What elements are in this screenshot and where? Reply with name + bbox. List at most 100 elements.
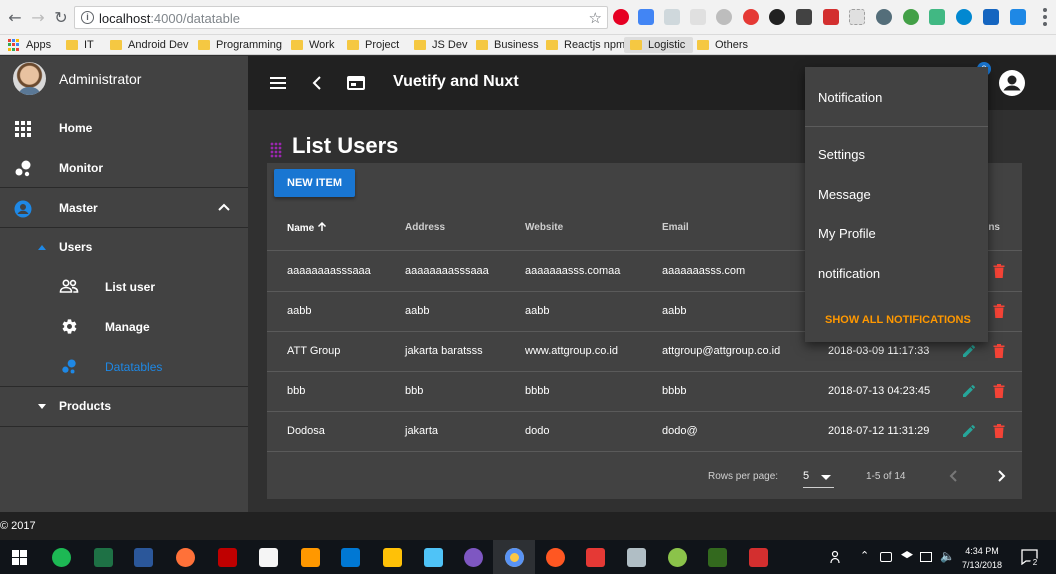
sublime-text-icon[interactable]	[301, 548, 320, 567]
volume-icon[interactable]: 🔈	[940, 549, 955, 563]
sidebar-item-manage[interactable]: Manage	[0, 307, 248, 347]
rows-per-page-select[interactable]: 5	[803, 467, 834, 488]
extension-icon[interactable]	[956, 9, 972, 25]
extension-icon[interactable]	[823, 9, 839, 25]
vue-devtools-icon[interactable]	[929, 9, 945, 25]
sidebar-item-master[interactable]: Master	[0, 188, 248, 228]
delete-icon[interactable]	[991, 383, 1007, 399]
extension-icon[interactable]	[769, 9, 785, 25]
file-explorer-icon[interactable]	[383, 548, 402, 567]
sidebar-item-monitor[interactable]: Monitor	[0, 148, 248, 188]
toolbar-title: Vuetify and Nuxt	[393, 73, 519, 90]
bookmark-folder[interactable]: Others	[697, 37, 748, 53]
dropbox-icon[interactable]	[901, 551, 913, 559]
people-icon[interactable]	[830, 550, 844, 564]
sidebar-item-datatables[interactable]: Datatables	[0, 347, 248, 387]
back-icon[interactable]: ←	[6, 8, 24, 27]
column-header-name[interactable]: Name	[287, 221, 327, 234]
acrobat-icon[interactable]	[749, 548, 768, 567]
chevron-left-icon[interactable]	[308, 73, 328, 93]
battery-icon[interactable]	[880, 552, 892, 562]
bookmark-star-icon[interactable]: ☆	[589, 9, 602, 27]
notes-icon[interactable]	[259, 548, 278, 567]
column-header-email[interactable]: Email	[662, 222, 689, 233]
menu-icon[interactable]	[268, 73, 288, 93]
clock-date[interactable]: 7/13/2018	[957, 560, 1007, 570]
translate-extension-icon[interactable]	[638, 9, 654, 25]
vscode-icon[interactable]	[341, 548, 360, 567]
address-bar[interactable]: i localhost:4000/datatable ☆	[74, 6, 608, 29]
spotify-icon[interactable]	[52, 548, 71, 567]
bookmark-apps[interactable]: Apps	[8, 37, 51, 53]
column-header-website[interactable]: Website	[525, 222, 563, 233]
bookmark-folder[interactable]: Reactjs npm	[546, 37, 625, 53]
edit-icon[interactable]	[961, 423, 977, 439]
next-page-button[interactable]	[993, 467, 1009, 485]
menu-item-settings[interactable]: Settings	[818, 147, 865, 162]
app-icon[interactable]	[464, 548, 483, 567]
browser-menu-icon[interactable]	[1037, 8, 1053, 26]
sidebar-group-users[interactable]: Users	[0, 227, 248, 267]
delete-icon[interactable]	[991, 263, 1007, 279]
extension-icon[interactable]	[903, 9, 919, 25]
extension-icon[interactable]	[690, 9, 706, 25]
extension-icon[interactable]	[664, 9, 680, 25]
menu-item-my-profile[interactable]: My Profile	[818, 226, 876, 241]
edit-icon[interactable]	[961, 383, 977, 399]
delete-icon[interactable]	[991, 303, 1007, 319]
sidebar-item-products[interactable]: Products	[0, 386, 248, 426]
bookmark-folder[interactable]: JS Dev	[414, 37, 467, 53]
info-icon[interactable]: i	[81, 11, 94, 24]
chevron-up-icon[interactable]: ⌃	[860, 549, 869, 562]
bookmark-folder[interactable]: Business	[476, 37, 539, 53]
sidebar-item-home[interactable]: Home	[0, 108, 248, 148]
windows-start-icon[interactable]	[12, 550, 27, 565]
delete-icon[interactable]	[991, 423, 1007, 439]
bookmark-folder[interactable]: Android Dev	[110, 37, 189, 53]
new-item-button[interactable]: NEW ITEM	[274, 169, 355, 197]
reload-icon[interactable]: ↻	[52, 8, 70, 27]
notification-count-badge: 2	[1030, 558, 1040, 568]
bookmark-folder[interactable]: Work	[291, 37, 334, 53]
app-icon[interactable]	[627, 548, 646, 567]
pinterest-extension-icon[interactable]	[613, 9, 629, 25]
previous-page-button[interactable]	[946, 467, 962, 485]
dreamweaver-icon[interactable]	[708, 548, 727, 567]
app-icon[interactable]	[546, 548, 565, 567]
opera-extension-icon[interactable]	[743, 9, 759, 25]
bookmark-folder[interactable]: Programming	[198, 37, 282, 53]
extension-icon[interactable]	[876, 9, 892, 25]
sidebar-item-label: Monitor	[59, 161, 103, 175]
forward-icon[interactable]: →	[29, 8, 47, 27]
bookmark-folder[interactable]: Logistic	[624, 37, 694, 53]
excel-icon[interactable]	[94, 548, 113, 567]
edit-icon[interactable]	[961, 343, 977, 359]
menu-item-notification[interactable]: notification	[818, 266, 880, 281]
app-icon[interactable]	[586, 548, 605, 567]
account-circle-icon[interactable]	[998, 69, 1026, 97]
delete-icon[interactable]	[991, 343, 1007, 359]
android-studio-icon[interactable]	[668, 548, 687, 567]
menu-item-message[interactable]: Message	[818, 187, 871, 202]
show-all-notifications-button[interactable]: SHOW ALL NOTIFICATIONS	[825, 314, 971, 326]
app-icon[interactable]	[424, 548, 443, 567]
user-profile[interactable]: Administrator	[0, 56, 248, 104]
extension-icon[interactable]	[796, 9, 812, 25]
network-icon[interactable]	[920, 552, 932, 562]
extension-icon[interactable]	[983, 9, 999, 25]
extension-icon[interactable]	[849, 9, 865, 25]
bookmark-folder[interactable]: Project	[347, 37, 399, 53]
firefox-icon[interactable]	[176, 548, 195, 567]
web-icon[interactable]	[346, 73, 366, 93]
clock-time[interactable]: 4:34 PM	[960, 546, 1004, 556]
extension-icon[interactable]	[1010, 9, 1026, 25]
filezilla-icon[interactable]	[218, 548, 237, 567]
column-header-address[interactable]: Address	[405, 222, 445, 233]
chevron-up-icon[interactable]	[217, 202, 231, 212]
bookmark-folder[interactable]: IT	[66, 37, 94, 53]
sidebar-item-label: Manage	[105, 320, 150, 334]
word-icon[interactable]	[134, 548, 153, 567]
notification-menu-header[interactable]: Notification	[818, 90, 882, 105]
drive-extension-icon[interactable]	[716, 9, 732, 25]
sidebar-item-list-user[interactable]: List user	[0, 267, 248, 307]
